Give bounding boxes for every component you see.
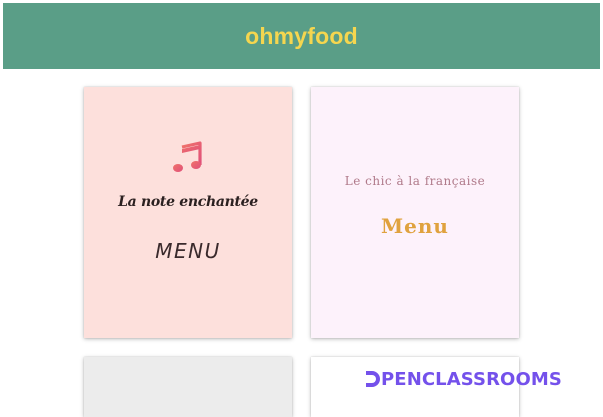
menu-link[interactable]: MENU — [84, 239, 292, 263]
restaurant-card-3[interactable] — [84, 357, 292, 417]
site-header: ohmyfood — [3, 3, 600, 69]
openclassrooms-watermark: PENCLASSROOMS — [366, 367, 586, 391]
openclassrooms-logo-icon — [366, 371, 380, 387]
site-logo[interactable]: ohmyfood — [245, 23, 358, 50]
restaurant-name: La note enchantée — [118, 194, 258, 210]
restaurant-name: Le chic à la française — [344, 174, 486, 188]
watermark-text: PENCLASSROOMS — [381, 368, 562, 390]
menu-link[interactable]: Menu — [311, 214, 519, 238]
restaurant-card-note-enchantee[interactable]: La note enchantée MENU — [84, 87, 292, 338]
restaurant-card-chic-francaise[interactable]: Le chic à la française Menu — [311, 87, 519, 338]
music-note-icon — [173, 141, 202, 172]
